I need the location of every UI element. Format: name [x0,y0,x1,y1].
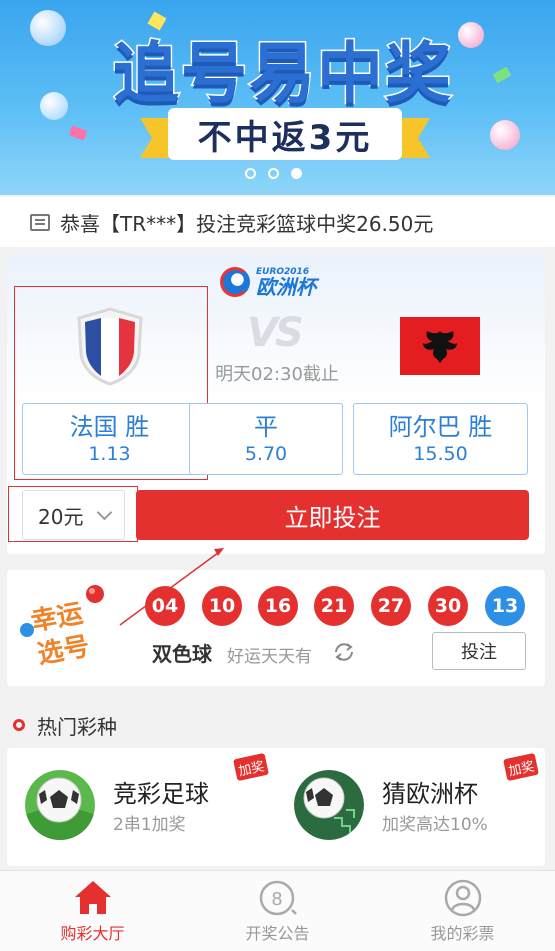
decor-ball-icon [30,10,66,46]
tab-label: 我的彩票 [430,924,495,943]
game-name: 猜欧洲杯 [382,780,478,808]
hot-section-header: 热门彩种 [0,702,555,748]
lottery-slogan: 好运天天有 [227,647,312,667]
vs-mark: VS [247,310,304,356]
odds-label: 法国 胜 [69,413,150,441]
banner-title: 追号易中奖 [112,34,453,114]
home-icon [74,881,111,914]
odds-away-win-button[interactable]: 阿尔巴 胜 15.50 [353,403,528,475]
odds-label: 平 [254,413,278,441]
euro-football-icon [294,770,364,840]
lucky-logo-text-2: 选号 [35,632,91,671]
odds-draw-button[interactable]: 平 5.70 [189,403,343,475]
notice-text: 恭喜【TR***】投注竞彩篮球中奖26.50元 [60,211,434,236]
bet-now-button[interactable]: 立即投注 [136,490,529,540]
game-desc: 加奖高达10% [382,815,488,835]
match-card: EURO2016 欧洲杯 VS 明天02:30截止 法国 胜 1.13 平 5.… [7,254,545,554]
carousel-dot[interactable] [268,168,279,179]
message-icon [30,213,50,231]
euro-logo-icon [220,267,250,297]
chevron-down-icon [96,504,113,521]
lottery-name: 双色球 [152,642,212,666]
tab-my-tickets[interactable]: 我的彩票 [370,871,555,951]
confetti-icon [68,125,88,141]
carousel-dot-active[interactable] [291,168,302,179]
bottom-tab-bar: 购彩大厅 8 开奖公告 我的彩票 [0,870,555,951]
carousel-dot[interactable] [245,168,256,179]
red-ball: 04 [145,586,185,626]
football-icon [25,770,95,840]
red-ball: 27 [371,586,411,626]
user-icon [444,879,481,917]
tab-draw-results[interactable]: 8 开奖公告 [185,871,370,951]
game-jingcai-football[interactable]: 竞彩足球 2串1加奖 加奖 [7,748,276,866]
lottery-bet-button[interactable]: 投注 [432,632,526,670]
tab-label: 开奖公告 [245,924,310,943]
promo-banner[interactable]: 追号易中奖 不中返3元 [0,0,555,195]
hot-section-title: 热门彩种 [37,714,117,739]
lottery-card: 幸运 选号 04 10 16 21 27 30 13 双色球 好运天天有 投注 [7,570,545,686]
tab-label: 购彩大厅 [60,924,125,943]
game-guess-euro[interactable]: 猜欧洲杯 加奖高达10% 加奖 [276,748,545,866]
bonus-tag: 加奖 [503,752,539,782]
euro-cup-logo: EURO2016 欧洲杯 [220,262,340,302]
hot-games-card: 竞彩足球 2串1加奖 加奖 猜欧洲杯 加奖高达10% 加奖 [7,748,545,866]
refresh-icon[interactable] [332,640,356,664]
odds-value: 5.70 [244,443,288,465]
decor-ball-icon [490,120,520,150]
banner-subtitle: 不中返3元 [168,108,402,160]
bet-amount-value: 20元 [38,504,84,529]
decor-ball-icon [40,92,68,120]
red-ball: 16 [258,586,298,626]
red-ball: 21 [314,586,354,626]
odds-value: 1.13 [88,443,131,465]
odds-home-win-button[interactable]: 法国 胜 1.13 [22,403,197,475]
winning-notice-bar[interactable]: 恭喜【TR***】投注竞彩篮球中奖26.50元 [0,197,555,247]
match-deadline: 明天02:30截止 [215,364,339,385]
odds-value: 15.50 [413,443,468,465]
league-name: 欧洲杯 [256,274,316,299]
tab-lottery-hall[interactable]: 购彩大厅 [0,871,185,951]
confetti-icon [492,66,512,84]
albania-flag-icon [400,317,480,375]
lucky-logo-text-1: 幸运 [29,599,85,638]
game-name: 竞彩足球 [113,780,209,808]
section-dot-icon [13,719,25,731]
red-ball: 10 [202,586,242,626]
odds-label: 阿尔巴 胜 [388,413,493,441]
lottery-ball-icon: 8 [259,880,297,916]
game-desc: 2串1加奖 [113,815,186,835]
blue-ball: 13 [485,586,525,626]
svg-text:8: 8 [271,889,282,910]
banner-subtitle-ribbon: 不中返3元 [140,108,430,160]
bonus-tag: 加奖 [233,752,269,782]
lucky-pick-logo-icon: 幸运 选号 [20,585,104,671]
red-ball: 30 [428,586,468,626]
bet-amount-select[interactable]: 20元 [22,490,125,540]
carousel-dots[interactable] [245,168,302,179]
